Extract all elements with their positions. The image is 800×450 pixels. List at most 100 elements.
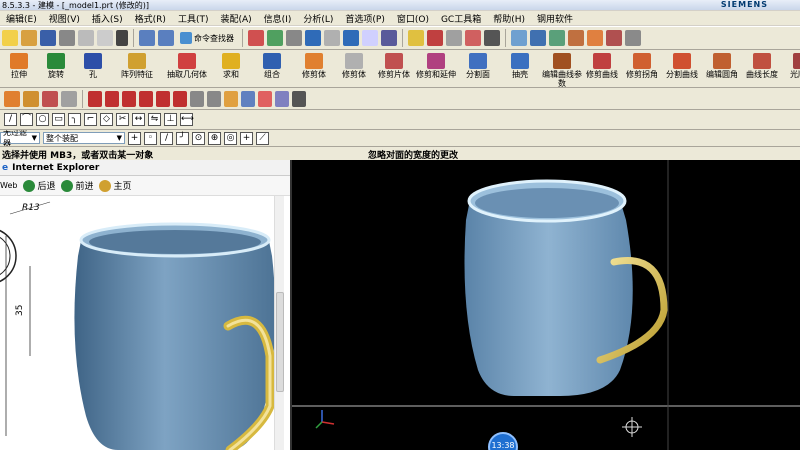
line-icon[interactable] <box>88 90 102 107</box>
ribbon-button-3[interactable]: 阵列特征 <box>112 50 162 79</box>
ribbon-button-5[interactable]: 求和 <box>212 50 250 79</box>
snap-icon[interactable] <box>248 30 264 46</box>
redo-icon[interactable] <box>158 30 174 46</box>
cut-icon[interactable] <box>59 30 75 46</box>
menu-insert[interactable]: 插入(S) <box>86 12 129 25</box>
menu-steel-software[interactable]: 钢用软件 <box>531 12 579 25</box>
sketch-fillet-icon[interactable]: ╮ <box>68 113 81 126</box>
menu-window[interactable]: 窗口(O) <box>391 12 435 25</box>
sketch-arc-icon[interactable]: ⌒ <box>20 113 33 126</box>
helix-icon[interactable] <box>275 90 289 107</box>
ribbon-button-7[interactable]: 修剪体 <box>294 50 334 79</box>
quadrant-snap-icon[interactable]: ◎ <box>224 131 237 145</box>
selection-icon[interactable] <box>267 30 283 46</box>
sketch-line-icon[interactable]: / <box>4 113 17 126</box>
menu-edit[interactable]: 编辑(E) <box>0 12 43 25</box>
existing-point-icon[interactable]: + <box>240 131 253 145</box>
point-snap-icon[interactable]: + <box>128 131 141 145</box>
ribbon-button-9[interactable]: 修剪片体 <box>374 50 414 79</box>
circle-icon[interactable] <box>122 90 136 107</box>
control-point-icon[interactable]: ╯ <box>176 131 189 145</box>
ribbon-button-8[interactable]: 修剪体 <box>334 50 374 79</box>
rectangle-icon[interactable] <box>139 90 153 107</box>
ellipse-icon[interactable] <box>173 90 187 107</box>
center-snap-icon[interactable]: ⊕ <box>208 131 221 145</box>
measure-icon[interactable] <box>446 30 462 46</box>
edge-icon[interactable] <box>568 30 584 46</box>
sketch-extend-icon[interactable]: ↔ <box>132 113 145 126</box>
menu-view[interactable]: 视图(V) <box>43 12 86 25</box>
chamfer-icon[interactable] <box>606 30 622 46</box>
menu-info[interactable]: 信息(I) <box>258 12 298 25</box>
ribbon-button-10[interactable]: 修剪和延伸 <box>414 50 458 79</box>
delete-icon[interactable] <box>116 30 128 46</box>
undo-icon[interactable] <box>139 30 155 46</box>
menu-gc-toolbox[interactable]: GC工具箱 <box>435 12 487 25</box>
rotate-view-icon[interactable] <box>324 30 340 46</box>
offset-curve-icon[interactable] <box>224 90 238 107</box>
sketch-mirror-icon[interactable]: ⇋ <box>148 113 161 126</box>
face-icon[interactable] <box>549 30 565 46</box>
mesh-icon[interactable] <box>530 30 546 46</box>
intersection-snap-icon[interactable]: ⊙ <box>192 131 205 145</box>
cone-icon[interactable] <box>42 90 58 107</box>
save-icon[interactable] <box>40 30 56 46</box>
menu-preferences[interactable]: 首选项(P) <box>339 12 390 25</box>
layer-icon[interactable] <box>408 30 424 46</box>
home-button[interactable]: 主页 <box>99 179 132 192</box>
menu-analysis[interactable]: 分析(L) <box>297 12 339 25</box>
box-icon[interactable] <box>4 90 20 107</box>
forward-button[interactable]: 前进 <box>61 179 93 192</box>
shaded-view-icon[interactable] <box>343 30 359 46</box>
menu-assembly[interactable]: 装配(A) <box>214 12 257 25</box>
sketch-circle-icon[interactable]: ○ <box>36 113 49 126</box>
sketch-rect-icon[interactable]: ▭ <box>52 113 65 126</box>
dimension-icon[interactable] <box>465 30 481 46</box>
ribbon-button-16[interactable]: 分割曲线 <box>662 50 702 79</box>
scrollbar-thumb[interactable] <box>276 292 284 392</box>
coordinate-icon[interactable] <box>484 30 500 46</box>
on-curve-icon[interactable]: ⟋ <box>256 131 269 145</box>
viewport-canvas[interactable] <box>292 160 800 450</box>
cylinder-icon[interactable] <box>23 90 39 107</box>
sketch-trim-icon[interactable]: ✂ <box>116 113 129 126</box>
ribbon-button-19[interactable]: 光顺样 <box>782 50 800 79</box>
type-filter-select[interactable]: 无过滤器 ▼ <box>0 130 40 146</box>
assembly-filter-select[interactable]: 整个装配 ▼ <box>43 132 125 144</box>
graphics-viewport[interactable] <box>290 160 800 450</box>
view-fit-icon[interactable] <box>305 30 321 46</box>
ribbon-button-12[interactable]: 抽壳 <box>498 50 542 79</box>
sketch-chamfer-icon[interactable]: ⌐ <box>84 113 97 126</box>
ribbon-button-15[interactable]: 修剪拐角 <box>622 50 662 79</box>
wireframe-view-icon[interactable] <box>362 30 378 46</box>
offset-icon[interactable] <box>625 30 641 46</box>
browser-scrollbar[interactable] <box>274 196 284 450</box>
midpoint-snap-icon[interactable]: / <box>160 131 173 145</box>
ribbon-button-0[interactable]: 拉伸 <box>0 50 38 79</box>
ribbon-button-11[interactable]: 分割面 <box>458 50 498 79</box>
clipping-icon[interactable] <box>427 30 443 46</box>
copy-icon[interactable] <box>78 30 94 46</box>
ribbon-button-2[interactable]: 孔 <box>74 50 112 79</box>
ribbon-button-1[interactable]: 旋转 <box>38 50 74 79</box>
intersect-curve-icon[interactable] <box>258 90 272 107</box>
text-curve-icon[interactable] <box>292 90 306 107</box>
menu-format[interactable]: 格式(R) <box>129 12 172 25</box>
new-file-icon[interactable] <box>2 30 18 46</box>
ribbon-button-17[interactable]: 编辑圆角 <box>702 50 742 79</box>
polygon-icon[interactable] <box>156 90 170 107</box>
perspective-icon[interactable] <box>381 30 397 46</box>
back-button[interactable]: 后退 <box>23 179 55 192</box>
ribbon-button-13[interactable]: 编辑曲线参数 <box>542 50 582 87</box>
blend-icon[interactable] <box>587 30 603 46</box>
fillet-curve-icon[interactable] <box>207 90 221 107</box>
sphere-icon[interactable] <box>61 90 77 107</box>
paste-icon[interactable] <box>97 30 113 46</box>
endpoint-snap-icon[interactable]: ◦ <box>144 131 157 145</box>
surface-icon[interactable] <box>511 30 527 46</box>
menu-help[interactable]: 帮助(H) <box>487 12 531 25</box>
project-curve-icon[interactable] <box>241 90 255 107</box>
ribbon-button-14[interactable]: 修剪曲线 <box>582 50 622 79</box>
command-finder-button[interactable]: 命令查找器 <box>177 30 237 46</box>
arc-icon[interactable] <box>105 90 119 107</box>
